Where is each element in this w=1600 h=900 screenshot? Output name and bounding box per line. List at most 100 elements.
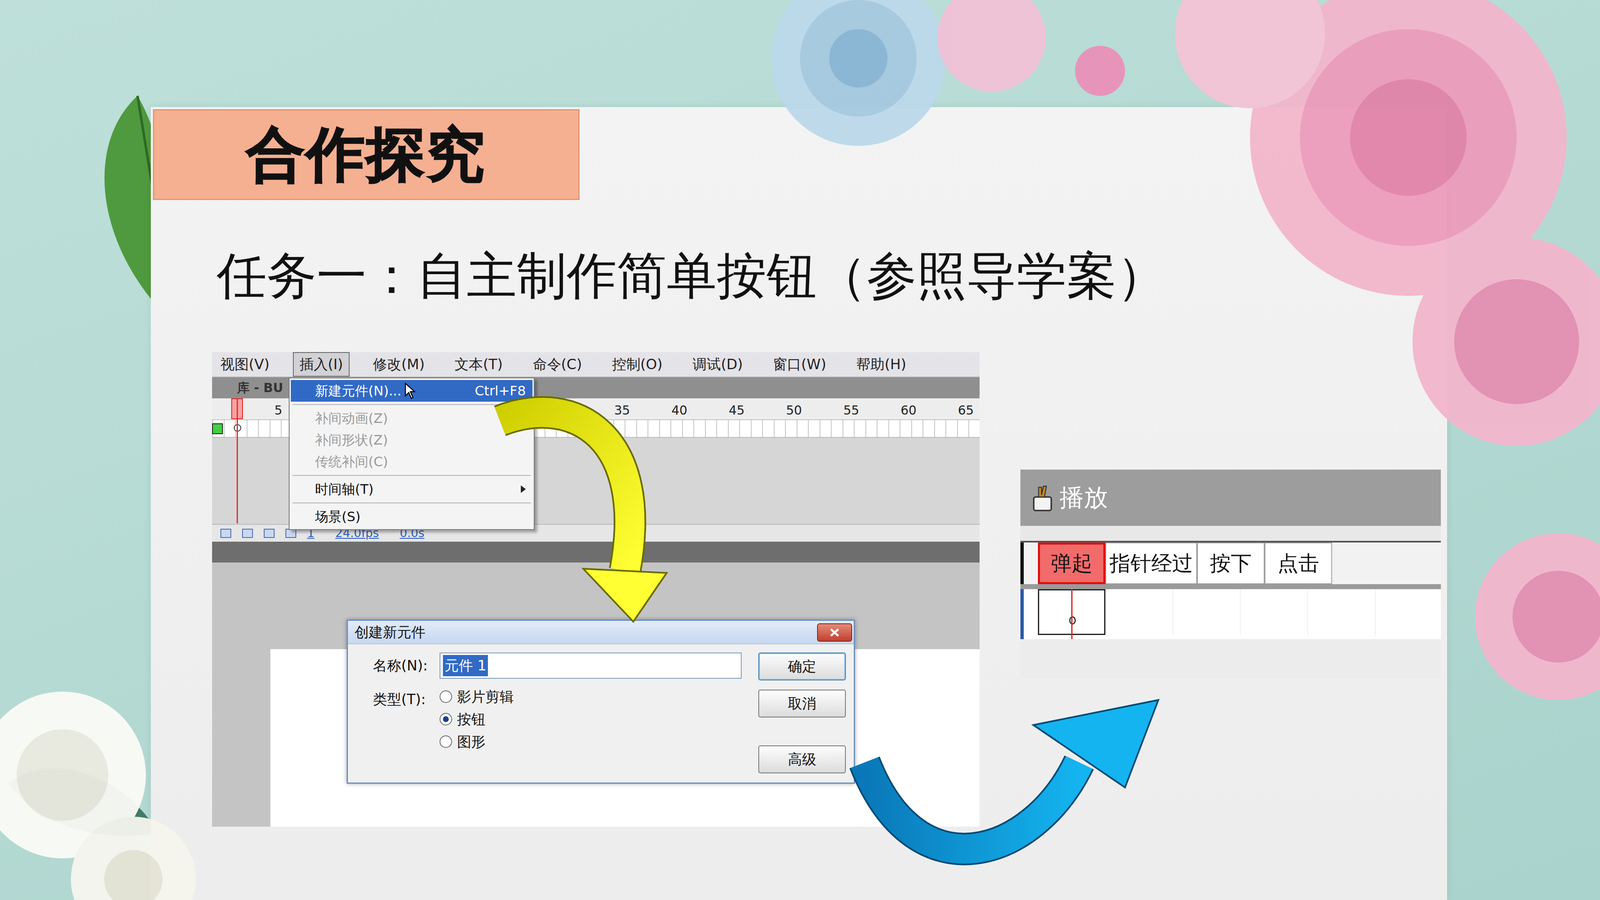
menu-item-label-group: 补间形状(Z) bbox=[315, 430, 388, 450]
dialog-button[interactable]: 确定 bbox=[758, 652, 846, 681]
menu-item[interactable]: 时间轴(T) bbox=[290, 478, 533, 500]
timeline-tool-icon[interactable] bbox=[242, 528, 253, 538]
frame-state-tab[interactable]: 弹起 bbox=[1037, 542, 1106, 585]
frame-cell[interactable] bbox=[1105, 589, 1173, 635]
frame-row bbox=[1020, 589, 1441, 640]
timeline-tool-icon[interactable] bbox=[220, 528, 232, 538]
submenu-arrow-icon bbox=[520, 485, 526, 493]
ruler-tick: 60 bbox=[900, 400, 917, 420]
menu-item: 传统补间(C) bbox=[290, 450, 533, 473]
name-label: 名称(N): bbox=[372, 655, 440, 677]
dialog-button[interactable]: 高级 bbox=[758, 745, 846, 774]
create-symbol-dialog: 创建新元件名称(N):元件 1类型(T):影片剪辑按钮图形确定取消高级 bbox=[346, 619, 855, 784]
menu-bar-item[interactable]: 调试(D) bbox=[685, 352, 750, 377]
ruler-tick: 55 bbox=[843, 400, 860, 420]
insert-menu: 新建元件(N)... Ctrl+F8 补间动画(Z)补间形状(Z)传统补间(C) 时间… bbox=[288, 377, 535, 530]
frame-state-tabs: 弹起指针经过按下点击 bbox=[1020, 542, 1441, 585]
layer-color-icon bbox=[212, 423, 223, 435]
close-button[interactable] bbox=[817, 623, 853, 642]
radio-button[interactable] bbox=[439, 712, 453, 726]
menu-separator bbox=[292, 404, 531, 405]
menu-item-label: 时间轴(T) bbox=[315, 479, 374, 500]
player-title-bar: 播放 bbox=[1020, 469, 1441, 526]
radio-button[interactable] bbox=[439, 735, 453, 748]
frame-cell[interactable] bbox=[1307, 589, 1376, 635]
frame-state-tab[interactable]: 指针经过 bbox=[1105, 542, 1198, 585]
type-option[interactable]: 图形 bbox=[439, 730, 514, 753]
dialog-fields: 名称(N):元件 1类型(T):影片剪辑按钮图形 bbox=[372, 652, 742, 774]
menu-item: 补间形状(Z) bbox=[290, 429, 533, 451]
menu-bar-item[interactable]: 修改(M) bbox=[366, 352, 432, 377]
dialog-body: 名称(N):元件 1类型(T):影片剪辑按钮图形确定取消高级 bbox=[347, 644, 854, 783]
menu-bar-item[interactable]: 文本(T) bbox=[447, 352, 510, 377]
type-option[interactable]: 影片剪辑 bbox=[439, 685, 514, 708]
radio-button[interactable] bbox=[439, 690, 453, 703]
button-symbol-icon bbox=[1030, 483, 1055, 513]
menu-item-label-group: 传统补间(C) bbox=[315, 451, 388, 472]
playhead-line-icon bbox=[1071, 589, 1073, 640]
ruler-tick: 45 bbox=[728, 400, 745, 420]
type-option[interactable]: 按钮 bbox=[439, 707, 514, 731]
name-field[interactable]: 元件 1 bbox=[439, 652, 742, 679]
type-option-label: 图形 bbox=[457, 731, 486, 753]
empty-keyframe-icon bbox=[1069, 616, 1076, 625]
type-row: 类型(T):影片剪辑按钮图形 bbox=[372, 685, 742, 753]
menu-item-label-group: 补间动画(Z) bbox=[315, 408, 388, 429]
menu-item-label: 传统补间(C) bbox=[315, 451, 388, 472]
menu-item-label-group: 新建元件(N)... bbox=[315, 380, 417, 401]
dialog-title-bar: 创建新元件 bbox=[347, 620, 854, 645]
frame-cell[interactable] bbox=[1240, 589, 1308, 635]
frame-state-tab[interactable]: 点击 bbox=[1264, 542, 1333, 585]
menu-item[interactable]: 新建元件(N)... Ctrl+F8 bbox=[290, 380, 533, 402]
ruler-tick: 40 bbox=[671, 400, 688, 420]
menu-item-shortcut: Ctrl+F8 bbox=[474, 380, 526, 401]
menu-bar-item[interactable]: 视图(V) bbox=[213, 352, 277, 377]
library-panel-tab[interactable]: 库 - BU bbox=[237, 378, 284, 398]
menu-item-label: 新建元件(N)... bbox=[315, 380, 402, 401]
timeline-tool-icon[interactable] bbox=[263, 528, 275, 538]
mouse-cursor-icon bbox=[404, 382, 417, 400]
menu-item-label-group: 时间轴(T) bbox=[315, 479, 374, 500]
slide-subtitle: 任务一：自主制作简单按钮（参照导学案） bbox=[216, 246, 1167, 305]
frame-state-tab[interactable]: 按下 bbox=[1197, 542, 1265, 585]
menu-bar-item[interactable]: 帮助(H) bbox=[849, 352, 913, 377]
menu-item-label: 场景(S) bbox=[315, 506, 361, 527]
flash-screenshot: 视图(V) 插入(I) 修改(M) 文本(T) 命令(C) 控制(O) 调试(D) 窗口(W)… bbox=[212, 352, 980, 827]
menu-item-label: 补间形状(Z) bbox=[315, 430, 388, 450]
name-row: 名称(N):元件 1 bbox=[372, 652, 742, 679]
slide: 合作探究 任务一：自主制作简单按钮（参照导学案） 视图(V) 插入(I) 修改(M)… bbox=[0, 0, 1600, 900]
dialog-buttons: 确定取消高级 bbox=[758, 652, 846, 774]
ruler-tick: 35 bbox=[614, 400, 630, 420]
menu-bar: 视图(V) 插入(I) 修改(M) 文本(T) 命令(C) 控制(O) 调试(D) 窗口(W)… bbox=[212, 352, 980, 378]
menu-item[interactable]: 场景(S) bbox=[290, 505, 533, 528]
ruler-tick: 65 bbox=[957, 400, 974, 420]
ruler-tick: 5 bbox=[274, 400, 283, 420]
playhead-line-icon bbox=[236, 398, 238, 524]
name-field-value: 元件 1 bbox=[442, 655, 488, 677]
type-label: 类型(T): bbox=[372, 685, 440, 710]
subtitle-line: 任务一：自主制作简单按钮（参照导学案） bbox=[216, 245, 1167, 306]
edit-bar bbox=[212, 541, 980, 563]
player-spacer bbox=[1020, 525, 1441, 543]
menu-bar-item[interactable]: 控制(O) bbox=[605, 352, 670, 377]
dialog-title: 创建新元件 bbox=[354, 621, 426, 643]
menu-bar-item[interactable]: 插入(I) bbox=[292, 352, 350, 377]
menu-separator bbox=[292, 502, 531, 504]
menu-bar-item[interactable]: 窗口(W) bbox=[766, 352, 833, 377]
player-title: 播放 bbox=[1059, 479, 1108, 516]
ruler-tick: 50 bbox=[785, 400, 802, 420]
frame-cell[interactable] bbox=[1172, 589, 1241, 635]
close-x-icon bbox=[829, 627, 840, 638]
dialog-button[interactable]: 取消 bbox=[758, 689, 846, 718]
menu-item-label: 补间动画(Z) bbox=[315, 408, 388, 429]
type-option-label: 按钮 bbox=[457, 708, 486, 730]
menu-separator bbox=[292, 475, 531, 476]
frame-separator bbox=[1020, 584, 1441, 590]
menu-item: 补间动画(Z) bbox=[290, 407, 533, 430]
slide-title: 合作探究 bbox=[246, 122, 487, 187]
button-timeline-screenshot: 播放弹起指针经过按下点击 bbox=[1020, 469, 1441, 679]
menu-bar-item[interactable]: 命令(C) bbox=[526, 352, 589, 377]
type-option-label: 影片剪辑 bbox=[457, 686, 514, 708]
title-box: 合作探究 bbox=[152, 109, 580, 200]
type-options: 影片剪辑按钮图形 bbox=[439, 685, 514, 753]
